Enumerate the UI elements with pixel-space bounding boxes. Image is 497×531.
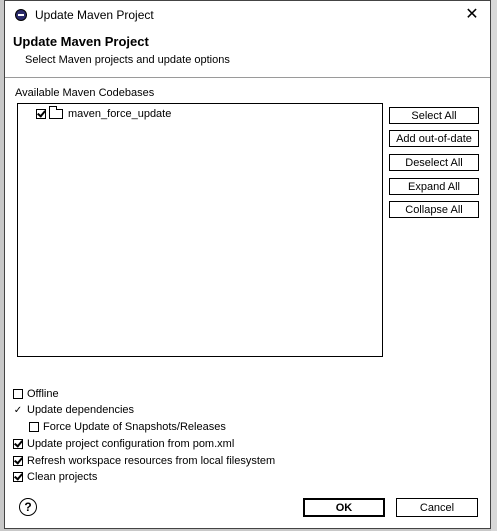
- update-config-option[interactable]: Update project configuration from pom.xm…: [13, 437, 234, 451]
- force-update-label: Force Update of Snapshots/Releases: [43, 421, 226, 433]
- force-update-checkbox[interactable]: [29, 422, 39, 432]
- select-all-button[interactable]: Select All: [389, 107, 479, 124]
- clean-projects-checkbox[interactable]: [13, 472, 23, 482]
- update-dependencies-label: Update dependencies: [27, 404, 135, 416]
- clean-projects-option[interactable]: Clean projects: [13, 470, 97, 484]
- eclipse-icon: [15, 9, 27, 21]
- force-update-option[interactable]: Force Update of Snapshots/Releases: [29, 420, 226, 434]
- close-icon[interactable]: ✕: [462, 5, 482, 25]
- dialog-header: Update Maven Project Select Maven projec…: [5, 29, 490, 78]
- title-bar: Update Maven Project ✕: [5, 1, 490, 29]
- update-config-label: Update project configuration from pom.xm…: [27, 438, 235, 450]
- offline-checkbox[interactable]: [13, 389, 23, 399]
- offline-label: Offline: [27, 388, 59, 400]
- refresh-workspace-checkbox[interactable]: [13, 456, 23, 466]
- update-dependencies-option[interactable]: ✓ Update dependencies: [13, 403, 134, 417]
- project-folder-icon: [49, 106, 63, 119]
- ok-button[interactable]: OK: [303, 498, 385, 517]
- add-out-of-date-button[interactable]: Add out-of-date: [389, 130, 479, 147]
- background-window-edge: [491, 0, 497, 531]
- dialog-message: Select Maven projects and update options: [25, 54, 230, 66]
- dialog-footer: ? OK Cancel: [5, 491, 490, 529]
- tree-item-label: maven_force_update: [68, 108, 172, 120]
- collapse-all-button[interactable]: Collapse All: [389, 201, 479, 218]
- update-maven-project-dialog: Update Maven Project ✕ Update Maven Proj…: [4, 0, 491, 529]
- update-config-checkbox[interactable]: [13, 439, 23, 449]
- help-icon[interactable]: ?: [19, 498, 37, 516]
- deselect-all-button[interactable]: Deselect All: [389, 154, 479, 171]
- codebases-tree[interactable]: maven_force_update: [17, 103, 383, 357]
- update-dependencies-checkmark[interactable]: ✓: [13, 405, 23, 416]
- window-title: Update Maven Project: [35, 8, 154, 22]
- tree-item-checkbox[interactable]: [36, 109, 46, 119]
- refresh-workspace-option[interactable]: Refresh workspace resources from local f…: [13, 454, 275, 468]
- tree-item-maven-force-update[interactable]: maven_force_update: [36, 106, 172, 121]
- dialog-title: Update Maven Project: [13, 34, 149, 49]
- cancel-button[interactable]: Cancel: [396, 498, 478, 517]
- offline-option[interactable]: Offline: [13, 387, 59, 401]
- refresh-workspace-label: Refresh workspace resources from local f…: [27, 455, 276, 467]
- expand-all-button[interactable]: Expand All: [389, 178, 479, 195]
- clean-projects-label: Clean projects: [27, 471, 98, 483]
- codebases-label: Available Maven Codebases: [15, 87, 155, 99]
